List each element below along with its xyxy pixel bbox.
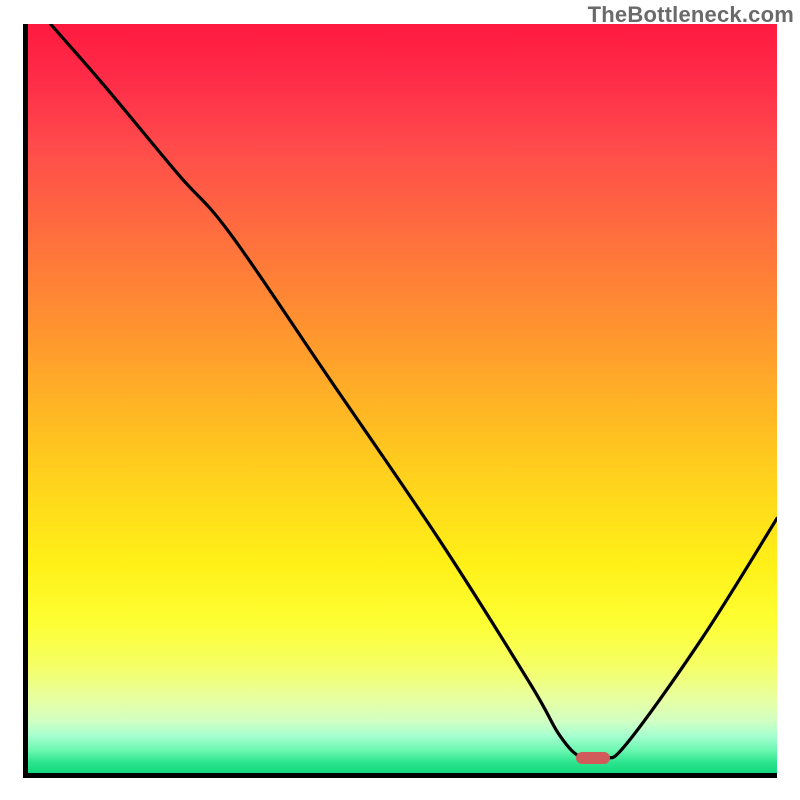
axes-frame: [23, 24, 777, 778]
chart-container: TheBottleneck.com: [0, 0, 800, 800]
watermark-label: TheBottleneck.com: [588, 2, 794, 28]
